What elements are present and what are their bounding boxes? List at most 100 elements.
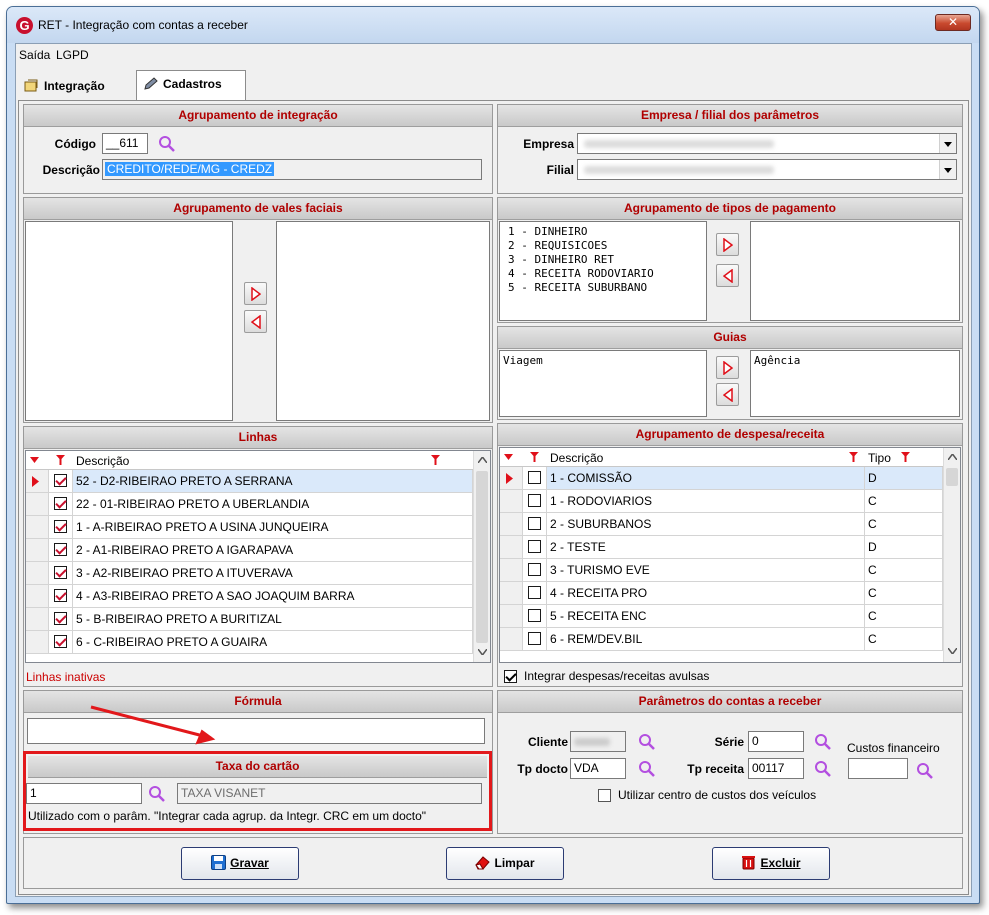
filter-icon[interactable] (849, 452, 858, 462)
row-indicator[interactable] (500, 582, 523, 604)
row-checkbox[interactable] (54, 543, 67, 556)
vales-add-button[interactable] (244, 282, 267, 305)
row-checkbox[interactable] (54, 589, 67, 602)
sort-down-icon[interactable] (30, 457, 39, 463)
row-indicator[interactable] (500, 559, 523, 581)
taxa-name-input[interactable]: TAXA VISANET (177, 783, 482, 804)
row-check-cell[interactable] (49, 562, 73, 584)
linhas-col-descricao[interactable]: Descrição (76, 454, 129, 468)
filter-icon[interactable] (901, 452, 910, 462)
row-checkbox[interactable] (54, 497, 67, 510)
search-icon[interactable] (916, 762, 934, 780)
table-row[interactable]: 22 - 01-RIBEIRAO PRETO A UBERLANDIA (26, 493, 473, 516)
serie-input[interactable]: 0 (748, 731, 804, 752)
cliente-input[interactable] (570, 731, 626, 752)
row-checkbox[interactable] (528, 563, 541, 576)
gravar-button[interactable]: Gravar (181, 847, 299, 880)
search-icon[interactable] (148, 785, 166, 803)
table-row[interactable]: 3 - A2-RIBEIRAO PRETO A ITUVERAVA (26, 562, 473, 585)
row-checkbox[interactable] (54, 635, 67, 648)
row-check-cell[interactable] (49, 516, 73, 538)
row-check-cell[interactable] (49, 470, 73, 492)
tipos-pagamento-selected-list[interactable] (750, 221, 960, 321)
guias-left-list[interactable]: Viagem (499, 350, 707, 417)
scroll-thumb[interactable] (476, 471, 488, 643)
row-indicator[interactable] (26, 539, 49, 561)
row-indicator[interactable] (500, 536, 523, 558)
row-indicator[interactable] (26, 631, 49, 653)
row-indicator[interactable] (500, 513, 523, 535)
empresa-select[interactable] (577, 133, 957, 154)
scroll-up-icon[interactable] (478, 457, 487, 463)
filter-icon[interactable] (530, 452, 539, 462)
menu-lgpd[interactable]: LGPD (56, 48, 89, 62)
vales-remove-button[interactable] (244, 310, 267, 333)
row-indicator[interactable] (26, 608, 49, 630)
filial-select[interactable] (577, 159, 957, 180)
table-row[interactable]: 1 - A-RIBEIRAO PRETO A USINA JUNQUEIRA (26, 516, 473, 539)
list-item[interactable]: Viagem (503, 354, 543, 367)
row-check-cell[interactable] (523, 582, 547, 604)
despesa-receita-grid[interactable]: Descrição Tipo 1 - COMISSÃO D 1 - RODOVIAR… (499, 447, 961, 663)
row-indicator[interactable] (26, 470, 49, 492)
chevron-down-icon[interactable] (939, 160, 956, 179)
guias-right-list[interactable]: Agência (750, 350, 960, 417)
avulsas-checkbox[interactable] (504, 670, 517, 683)
scroll-down-icon[interactable] (948, 648, 957, 654)
row-indicator[interactable] (26, 493, 49, 515)
row-checkbox[interactable] (528, 471, 541, 484)
row-indicator[interactable] (500, 490, 523, 512)
row-checkbox[interactable] (528, 540, 541, 553)
row-indicator[interactable] (500, 467, 523, 489)
row-check-cell[interactable] (523, 628, 547, 650)
guias-remove-button[interactable] (716, 383, 739, 406)
table-row[interactable]: 4 - A3-RIBEIRAO PRETO A SAO JOAQUIM BARR… (26, 585, 473, 608)
row-checkbox[interactable] (528, 586, 541, 599)
scroll-down-icon[interactable] (478, 649, 487, 655)
title-bar[interactable]: G RET - Integração com contas a receber … (7, 7, 979, 43)
row-checkbox[interactable] (528, 632, 541, 645)
row-indicator[interactable] (26, 562, 49, 584)
scroll-up-icon[interactable] (948, 454, 957, 460)
row-checkbox[interactable] (54, 612, 67, 625)
row-indicator[interactable] (26, 585, 49, 607)
row-checkbox[interactable] (528, 609, 541, 622)
linhas-inativas-link[interactable]: Linhas inativas (26, 670, 105, 684)
list-item[interactable]: 4 - RECEITA RODOVIARIO (508, 267, 706, 281)
tp-docto-input[interactable]: VDA (570, 758, 626, 779)
row-check-cell[interactable] (523, 513, 547, 535)
row-check-cell[interactable] (523, 605, 547, 627)
list-item[interactable]: Agência (754, 354, 800, 367)
list-item[interactable]: 2 - REQUISICOES (508, 239, 706, 253)
search-icon[interactable] (638, 760, 656, 778)
table-row[interactable]: 4 - RECEITA PRO C (500, 582, 943, 605)
row-checkbox[interactable] (54, 474, 67, 487)
linhas-grid[interactable]: Descrição 52 - D2-RIBEIRAO PRETO A SERRA… (25, 450, 491, 663)
row-checkbox[interactable] (54, 520, 67, 533)
table-row[interactable]: 2 - TESTE D (500, 536, 943, 559)
table-row[interactable]: 2 - SUBURBANOS C (500, 513, 943, 536)
row-check-cell[interactable] (523, 467, 547, 489)
excluir-button[interactable]: Excluir (712, 847, 830, 880)
table-row[interactable]: 5 - RECEITA ENC C (500, 605, 943, 628)
table-row[interactable]: 2 - A1-RIBEIRAO PRETO A IGARAPAVA (26, 539, 473, 562)
chevron-down-icon[interactable] (939, 134, 956, 153)
row-check-cell[interactable] (523, 490, 547, 512)
filter-icon[interactable] (56, 455, 65, 465)
table-row[interactable]: 1 - RODOVIARIOS C (500, 490, 943, 513)
row-indicator[interactable] (500, 628, 523, 650)
table-row[interactable]: 3 - TURISMO EVE C (500, 559, 943, 582)
descricao-input[interactable]: CREDITO/REDE/MG - CREDZ (102, 159, 482, 180)
centro-custos-checkbox[interactable] (598, 789, 611, 802)
vales-selected-list[interactable] (276, 221, 490, 421)
list-item[interactable]: 3 - DINHEIRO RET (508, 253, 706, 267)
row-checkbox[interactable] (54, 566, 67, 579)
despesa-col-tipo[interactable]: Tipo (868, 451, 891, 465)
despesa-scrollbar[interactable] (943, 448, 960, 662)
tipos-pagamento-list[interactable]: 1 - DINHEIRO 2 - REQUISICOES 3 - DINHEIRO … (499, 221, 707, 321)
row-check-cell[interactable] (49, 608, 73, 630)
search-icon[interactable] (638, 733, 656, 751)
tab-integracao[interactable]: Integração (18, 74, 134, 99)
custos-financeiro-input[interactable] (848, 758, 908, 779)
vales-available-list[interactable] (25, 221, 233, 421)
